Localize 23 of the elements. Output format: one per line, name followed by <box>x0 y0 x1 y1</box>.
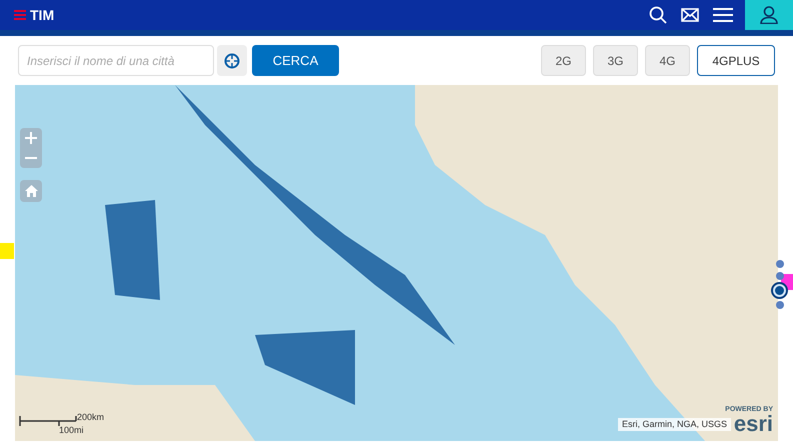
network-tab[interactable]: 4GPLUS <box>697 45 775 76</box>
brand-logo-icon <box>14 10 26 20</box>
home-icon <box>24 185 38 197</box>
minus-icon <box>25 157 37 159</box>
scale-bar-icon <box>19 416 77 426</box>
search-icon[interactable] <box>649 6 667 24</box>
network-tab[interactable]: 3G <box>593 45 638 76</box>
search-button[interactable]: CERCA <box>252 45 339 76</box>
mail-icon[interactable] <box>681 8 699 22</box>
brand-name: TIM <box>30 6 54 24</box>
user-icon <box>760 6 778 24</box>
scale-label: 100mi <box>59 426 85 435</box>
map-attribution: Esri, Garmin, NGA, USGS <box>618 418 731 431</box>
plus-icon <box>25 132 37 144</box>
network-tab[interactable]: 4G <box>645 45 690 76</box>
crosshair-icon <box>224 52 240 68</box>
account-button[interactable] <box>745 0 793 30</box>
city-search-field[interactable]: Inserisci il nome di una città <box>18 45 214 76</box>
menu-icon[interactable] <box>713 8 733 22</box>
locate-button[interactable] <box>217 45 247 76</box>
network-tab[interactable]: 2G <box>541 45 586 76</box>
esri-logo: esri <box>734 413 773 435</box>
scale-label: 200km <box>77 413 104 422</box>
